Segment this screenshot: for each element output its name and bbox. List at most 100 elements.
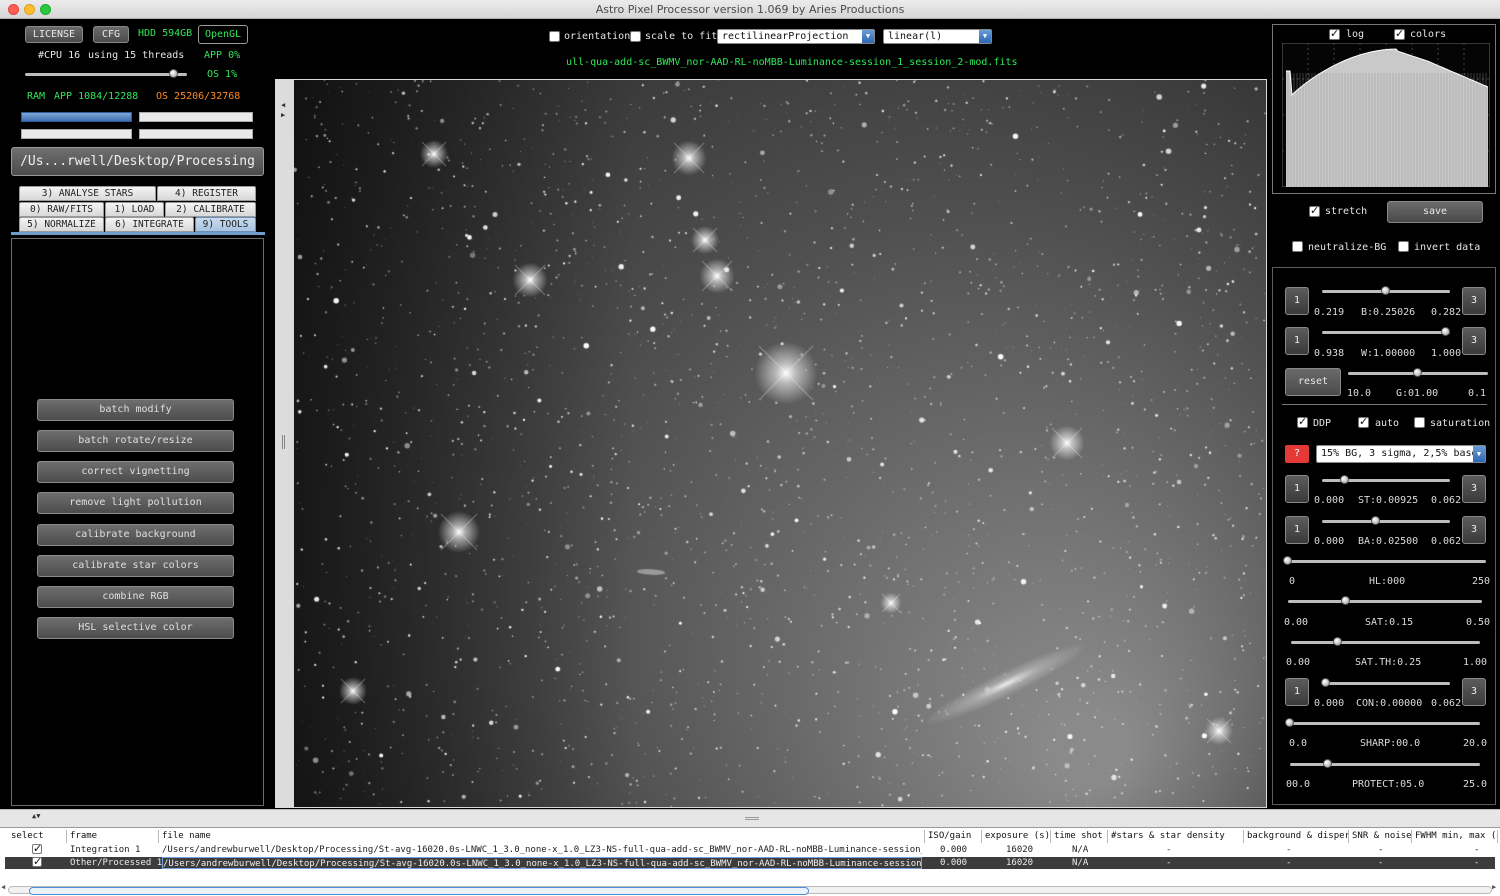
st-step-left-button[interactable]: 1 — [1285, 475, 1309, 503]
scrollbar-thumb[interactable] — [29, 887, 809, 895]
row-iso: 0.000 — [940, 858, 968, 868]
progress-meter-2 — [139, 129, 253, 139]
stretch-checkbox[interactable] — [1309, 204, 1320, 217]
projection-select[interactable]: rectilinearProjection ▼ — [717, 29, 875, 44]
help-button[interactable]: ? — [1285, 445, 1309, 463]
table-horizontal-scrollbar[interactable] — [8, 886, 1492, 895]
hl-thumb[interactable] — [1283, 556, 1292, 565]
tab-raw-fits[interactable]: 0) RAW/FITS — [19, 202, 104, 217]
threads-slider-thumb[interactable] — [169, 69, 179, 78]
orientation-checkbox[interactable] — [549, 31, 560, 42]
batch-rotate-resize-button[interactable]: batch rotate/resize — [37, 430, 234, 452]
st-thumb[interactable] — [1340, 475, 1350, 484]
batch-modify-button[interactable]: batch modify — [37, 399, 234, 421]
hl-slider[interactable] — [1288, 560, 1486, 563]
log-checkbox[interactable] — [1329, 27, 1340, 40]
sharp-thumb[interactable] — [1285, 718, 1294, 727]
con-step-right-button[interactable]: 3 — [1462, 678, 1486, 706]
invert-data-checkbox[interactable] — [1398, 241, 1409, 252]
reset-button[interactable]: reset — [1285, 368, 1341, 396]
ddp-checkbox[interactable] — [1297, 415, 1308, 428]
con-step-left-button[interactable]: 1 — [1285, 678, 1309, 706]
ba-thumb[interactable] — [1370, 516, 1380, 525]
calibrate-star-colors-button[interactable]: calibrate star colors — [37, 555, 234, 577]
protect-thumb[interactable] — [1323, 759, 1332, 768]
ba-slider[interactable] — [1322, 520, 1450, 523]
working-directory-button[interactable]: /Us...rwell/Desktop/Processing — [11, 147, 264, 176]
auto-checkbox[interactable] — [1358, 415, 1369, 428]
maximize-window-button[interactable] — [40, 4, 51, 15]
astro-image-canvas[interactable] — [294, 80, 1266, 807]
white-step-left-button[interactable]: 1 — [1285, 327, 1309, 355]
scroll-right-icon[interactable]: ▶ — [1492, 883, 1496, 891]
ba-step-right-button[interactable]: 3 — [1462, 516, 1486, 544]
viewer-collapse-strip[interactable]: ◀ ▶ — [275, 79, 293, 808]
splitter-grip-icon[interactable] — [745, 817, 759, 820]
tab-register[interactable]: 4) REGISTER — [157, 186, 256, 201]
protect-slider[interactable] — [1290, 763, 1480, 766]
col-snr[interactable]: SNR & noise — [1349, 830, 1412, 843]
save-button[interactable]: save — [1387, 201, 1483, 223]
col-time-shot[interactable]: time shot — [1051, 830, 1108, 843]
gamma-min: 10.0 — [1347, 388, 1372, 399]
ddp-preset-select[interactable]: 15% BG, 3 sigma, 2,5% base ▼ — [1316, 445, 1486, 463]
row-select-checkbox[interactable] — [32, 855, 42, 868]
expand-right-icon[interactable]: ▶ — [281, 111, 285, 119]
col-background[interactable]: background & dispersion — [1244, 830, 1349, 843]
tab-tools[interactable]: 9) TOOLS — [195, 217, 256, 232]
scroll-left-icon[interactable]: ◀ — [1, 883, 5, 891]
scale-to-fit-checkbox[interactable] — [630, 31, 641, 42]
remove-light-pollution-button[interactable]: remove light pollution — [37, 492, 234, 514]
tab-load[interactable]: 1) LOAD — [105, 202, 164, 217]
sort-arrows-icon[interactable]: ▲▼ — [32, 812, 40, 820]
col-fwhm[interactable]: FWHM min, max (abs — [1412, 830, 1498, 843]
col-iso-gain[interactable]: ISO/gain — [925, 830, 982, 843]
opengl-button[interactable]: OpenGL — [198, 25, 248, 44]
hsl-selective-color-button[interactable]: HSL selective color — [37, 617, 234, 639]
tab-calibrate[interactable]: 2) CALIBRATE — [165, 202, 256, 217]
stretch-mode-select[interactable]: linear(l) ▼ — [883, 29, 992, 44]
tab-integrate[interactable]: 6) INTEGRATE — [105, 217, 194, 232]
contrast-slider[interactable] — [1322, 682, 1450, 685]
tab-normalize[interactable]: 5) NORMALIZE — [19, 217, 104, 232]
correct-vignetting-button[interactable]: correct vignetting — [37, 461, 234, 483]
minimize-window-button[interactable] — [24, 4, 35, 15]
col-frame[interactable]: frame — [67, 830, 159, 843]
sat-threshold-value: SAT.TH:0.25 — [1355, 657, 1422, 668]
row-select-checkbox[interactable] — [32, 842, 42, 855]
saturation-checkbox[interactable] — [1414, 417, 1425, 428]
os-cpu-pct: OS 1% — [207, 69, 238, 80]
white-step-right-button[interactable]: 3 — [1462, 327, 1486, 355]
white-level-slider[interactable] — [1322, 331, 1450, 334]
license-button[interactable]: LICENSE — [25, 26, 83, 43]
col-file-name[interactable]: file name — [159, 830, 925, 843]
tab-analyse-stars[interactable]: 3) ANALYSE STARS — [19, 186, 156, 201]
gamma-value: G:01.00 — [1396, 388, 1439, 399]
col-stars[interactable]: #stars & star density — [1108, 830, 1244, 843]
col-exposure[interactable]: exposure (s) — [982, 830, 1051, 843]
st-step-right-button[interactable]: 3 — [1462, 475, 1486, 503]
cfg-button[interactable]: CFG — [93, 26, 129, 43]
row-frame: Other/Processed 1 — [70, 858, 163, 868]
black-step-right-button[interactable]: 3 — [1462, 287, 1486, 315]
collapse-left-icon[interactable]: ◀ — [281, 101, 285, 109]
calibrate-background-button[interactable]: calibrate background — [37, 524, 234, 546]
splitter-grip-icon[interactable] — [282, 435, 285, 449]
neutralize-bg-checkbox[interactable] — [1292, 241, 1303, 252]
ba-value: BA:0.02500 — [1358, 536, 1419, 547]
ba-step-left-button[interactable]: 1 — [1285, 516, 1309, 544]
close-window-button[interactable] — [8, 4, 19, 15]
gamma-thumb[interactable] — [1413, 368, 1422, 377]
progress-meter-1 — [21, 129, 132, 139]
sat-slider[interactable] — [1288, 600, 1482, 603]
combine-rgb-button[interactable]: combine RGB — [37, 586, 234, 608]
contrast-thumb[interactable] — [1320, 678, 1330, 687]
black-level-thumb[interactable] — [1381, 286, 1390, 295]
threads-slider[interactable] — [25, 73, 187, 76]
sat-threshold-slider[interactable] — [1291, 641, 1480, 644]
black-step-left-button[interactable]: 1 — [1285, 287, 1309, 315]
colors-label: colors — [1410, 29, 1447, 40]
tools-panel: batch modify batch rotate/resize correct… — [11, 238, 264, 806]
colors-checkbox[interactable] — [1394, 27, 1405, 40]
sharp-slider[interactable] — [1290, 722, 1480, 725]
